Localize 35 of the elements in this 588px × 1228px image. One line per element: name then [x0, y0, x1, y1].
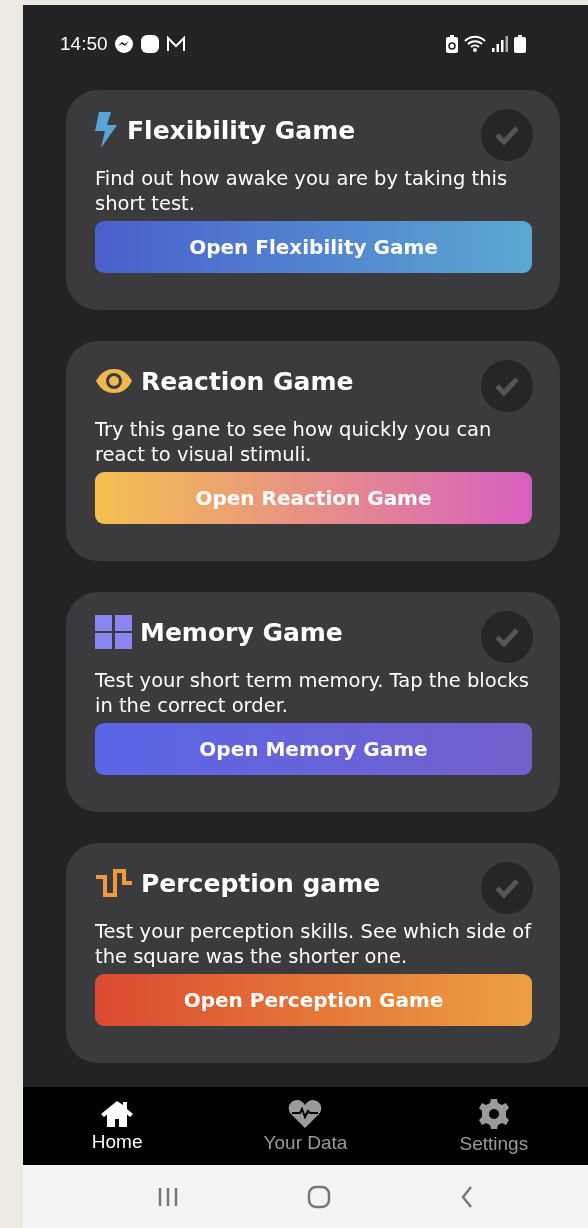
- recent-apps-icon: [157, 1185, 180, 1208]
- game-description: Test your short term memory. Tap the blocks in the correct order.: [95, 668, 530, 718]
- eye-icon: [95, 368, 133, 394]
- game-title: Memory Game: [140, 617, 344, 647]
- open-game-button[interactable]: Open Flexibility Game: [95, 221, 532, 273]
- home-icon: [100, 1099, 135, 1128]
- game-description: Try this gane to see how quickly you can react to visual stimuli.: [95, 417, 493, 467]
- checkmark-icon: [494, 125, 520, 145]
- wifi-icon: [464, 35, 486, 53]
- nav-tab[interactable]: Settings: [399, 1087, 588, 1165]
- status-time: 14:50: [60, 33, 108, 55]
- settings-icon: [477, 1097, 510, 1130]
- app-notification-icon: [139, 34, 160, 54]
- mail-icon: [165, 36, 186, 52]
- heartbeat-icon: [288, 1098, 323, 1129]
- game-title: Perception game: [141, 868, 382, 898]
- checkmark-icon: [494, 376, 520, 396]
- game-title: Reaction Game: [141, 366, 355, 396]
- checkmark-icon: [494, 627, 520, 647]
- messenger-icon: [113, 34, 134, 54]
- lightning-bolt-icon: [95, 112, 119, 148]
- nav-tab[interactable]: Home: [23, 1087, 212, 1165]
- game-title: Flexibility Game: [127, 115, 357, 145]
- square-wave-icon: [95, 868, 133, 898]
- nav-tab[interactable]: Your Data: [211, 1087, 400, 1165]
- open-game-button[interactable]: Open Perception Game: [95, 974, 532, 1026]
- back-icon: [459, 1184, 474, 1209]
- battery-saver-icon: [446, 35, 458, 53]
- game-description: Test your perception skills. See which side of the square was the shorter one.: [95, 919, 532, 969]
- game-description: Find out how awake you are by taking this short test.: [95, 166, 509, 216]
- battery-icon: [514, 35, 526, 53]
- grid-icon: [95, 615, 132, 649]
- signal-icon: [492, 36, 508, 52]
- checkmark-icon: [494, 878, 520, 898]
- open-game-button[interactable]: Open Memory Game: [95, 723, 532, 775]
